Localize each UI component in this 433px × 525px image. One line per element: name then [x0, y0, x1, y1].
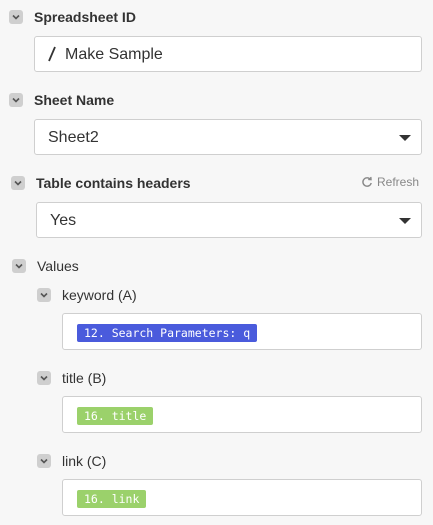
sheet-name-collapse-toggle[interactable]: [9, 93, 23, 107]
link-collapse-toggle[interactable]: [37, 454, 51, 468]
refresh-icon: [362, 176, 372, 187]
chevron-down-icon: [40, 292, 48, 298]
values-collapse-toggle[interactable]: [12, 259, 26, 273]
link-label: link (C): [62, 453, 107, 469]
dropdown-caret-icon: [399, 135, 411, 141]
chevron-down-icon: [40, 458, 48, 464]
headers-collapse-toggle[interactable]: [11, 176, 25, 190]
spreadsheet-id-value: Make Sample: [65, 46, 163, 63]
sheet-name-value: Sheet2: [48, 129, 99, 146]
headers-value: Yes: [50, 212, 77, 229]
title-collapse-toggle[interactable]: [37, 371, 51, 385]
headers-label: Table contains headers: [36, 175, 191, 191]
title-field[interactable]: 16. title: [62, 396, 422, 433]
sheet-name-label: Sheet Name: [34, 92, 115, 108]
refresh-label: Refresh: [377, 175, 420, 189]
link-field[interactable]: 16. link: [62, 479, 422, 516]
headers-select[interactable]: Yes: [36, 202, 422, 238]
spreadsheet-id-label: Spreadsheet ID: [34, 9, 136, 25]
refresh-button[interactable]: Refresh: [361, 175, 419, 189]
dropdown-caret-icon: [399, 218, 411, 224]
spreadsheet-id-field[interactable]: Make Sample: [34, 36, 422, 72]
title-label: title (B): [62, 370, 107, 386]
title-mapped-value-pill[interactable]: 16. title: [77, 407, 154, 425]
chevron-down-icon: [12, 14, 20, 20]
chevron-down-icon: [40, 375, 48, 381]
keyword-field[interactable]: 12. Search Parameters: q: [62, 313, 422, 350]
slash-icon: [48, 46, 56, 62]
chevron-down-icon: [14, 180, 22, 186]
keyword-label: keyword (A): [62, 287, 137, 303]
values-label: Values: [37, 258, 79, 274]
sheet-name-select[interactable]: Sheet2: [34, 119, 422, 155]
chevron-down-icon: [12, 97, 20, 103]
keyword-collapse-toggle[interactable]: [37, 288, 51, 302]
link-mapped-value-pill[interactable]: 16. link: [77, 490, 147, 508]
spreadsheet-id-collapse-toggle[interactable]: [9, 10, 23, 24]
keyword-mapped-value-pill[interactable]: 12. Search Parameters: q: [77, 324, 258, 342]
chevron-down-icon: [15, 263, 23, 269]
